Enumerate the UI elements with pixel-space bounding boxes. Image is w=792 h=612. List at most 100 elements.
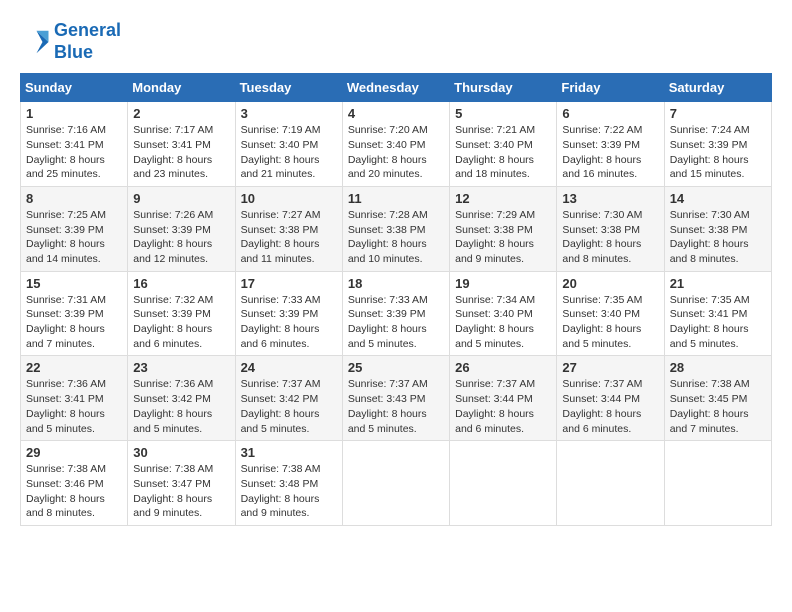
day-info: Sunrise: 7:30 AMSunset: 3:38 PMDaylight:… xyxy=(562,208,658,267)
day-info: Sunrise: 7:26 AMSunset: 3:39 PMDaylight:… xyxy=(133,208,229,267)
day-number: 1 xyxy=(26,106,122,121)
day-number: 30 xyxy=(133,445,229,460)
week-row-1: 1 Sunrise: 7:16 AMSunset: 3:41 PMDayligh… xyxy=(21,102,772,187)
day-number: 24 xyxy=(241,360,337,375)
day-info: Sunrise: 7:27 AMSunset: 3:38 PMDaylight:… xyxy=(241,208,337,267)
day-header-wednesday: Wednesday xyxy=(342,74,449,102)
day-number: 7 xyxy=(670,106,766,121)
day-info: Sunrise: 7:19 AMSunset: 3:40 PMDaylight:… xyxy=(241,123,337,182)
calendar-cell: 28 Sunrise: 7:38 AMSunset: 3:45 PMDaylig… xyxy=(664,356,771,441)
day-number: 9 xyxy=(133,191,229,206)
calendar-cell: 13 Sunrise: 7:30 AMSunset: 3:38 PMDaylig… xyxy=(557,186,664,271)
day-number: 5 xyxy=(455,106,551,121)
day-number: 15 xyxy=(26,276,122,291)
day-info: Sunrise: 7:35 AMSunset: 3:41 PMDaylight:… xyxy=(670,293,766,352)
calendar-cell: 24 Sunrise: 7:37 AMSunset: 3:42 PMDaylig… xyxy=(235,356,342,441)
day-info: Sunrise: 7:38 AMSunset: 3:46 PMDaylight:… xyxy=(26,462,122,521)
day-number: 28 xyxy=(670,360,766,375)
day-header-monday: Monday xyxy=(128,74,235,102)
day-number: 14 xyxy=(670,191,766,206)
day-number: 29 xyxy=(26,445,122,460)
day-number: 13 xyxy=(562,191,658,206)
day-number: 6 xyxy=(562,106,658,121)
day-info: Sunrise: 7:34 AMSunset: 3:40 PMDaylight:… xyxy=(455,293,551,352)
day-info: Sunrise: 7:22 AMSunset: 3:39 PMDaylight:… xyxy=(562,123,658,182)
calendar-cell xyxy=(557,441,664,526)
day-info: Sunrise: 7:33 AMSunset: 3:39 PMDaylight:… xyxy=(348,293,444,352)
day-number: 10 xyxy=(241,191,337,206)
day-number: 19 xyxy=(455,276,551,291)
day-number: 23 xyxy=(133,360,229,375)
day-info: Sunrise: 7:21 AMSunset: 3:40 PMDaylight:… xyxy=(455,123,551,182)
day-number: 26 xyxy=(455,360,551,375)
day-info: Sunrise: 7:35 AMSunset: 3:40 PMDaylight:… xyxy=(562,293,658,352)
calendar-cell: 17 Sunrise: 7:33 AMSunset: 3:39 PMDaylig… xyxy=(235,271,342,356)
calendar-cell xyxy=(450,441,557,526)
day-header-friday: Friday xyxy=(557,74,664,102)
calendar-cell: 8 Sunrise: 7:25 AMSunset: 3:39 PMDayligh… xyxy=(21,186,128,271)
calendar-table: SundayMondayTuesdayWednesdayThursdayFrid… xyxy=(20,73,772,526)
calendar-cell: 21 Sunrise: 7:35 AMSunset: 3:41 PMDaylig… xyxy=(664,271,771,356)
day-number: 4 xyxy=(348,106,444,121)
day-number: 11 xyxy=(348,191,444,206)
day-header-sunday: Sunday xyxy=(21,74,128,102)
day-info: Sunrise: 7:37 AMSunset: 3:44 PMDaylight:… xyxy=(455,377,551,436)
calendar-cell: 3 Sunrise: 7:19 AMSunset: 3:40 PMDayligh… xyxy=(235,102,342,187)
calendar-cell: 9 Sunrise: 7:26 AMSunset: 3:39 PMDayligh… xyxy=(128,186,235,271)
week-row-3: 15 Sunrise: 7:31 AMSunset: 3:39 PMDaylig… xyxy=(21,271,772,356)
day-number: 25 xyxy=(348,360,444,375)
calendar-header-row: SundayMondayTuesdayWednesdayThursdayFrid… xyxy=(21,74,772,102)
week-row-2: 8 Sunrise: 7:25 AMSunset: 3:39 PMDayligh… xyxy=(21,186,772,271)
day-info: Sunrise: 7:30 AMSunset: 3:38 PMDaylight:… xyxy=(670,208,766,267)
logo: General Blue xyxy=(20,20,121,63)
page-header: General Blue xyxy=(20,20,772,63)
calendar-cell: 22 Sunrise: 7:36 AMSunset: 3:41 PMDaylig… xyxy=(21,356,128,441)
day-info: Sunrise: 7:20 AMSunset: 3:40 PMDaylight:… xyxy=(348,123,444,182)
day-info: Sunrise: 7:37 AMSunset: 3:43 PMDaylight:… xyxy=(348,377,444,436)
logo-icon xyxy=(20,27,50,57)
day-number: 18 xyxy=(348,276,444,291)
calendar-cell: 23 Sunrise: 7:36 AMSunset: 3:42 PMDaylig… xyxy=(128,356,235,441)
calendar-cell: 19 Sunrise: 7:34 AMSunset: 3:40 PMDaylig… xyxy=(450,271,557,356)
day-info: Sunrise: 7:36 AMSunset: 3:42 PMDaylight:… xyxy=(133,377,229,436)
day-info: Sunrise: 7:29 AMSunset: 3:38 PMDaylight:… xyxy=(455,208,551,267)
day-number: 27 xyxy=(562,360,658,375)
day-info: Sunrise: 7:24 AMSunset: 3:39 PMDaylight:… xyxy=(670,123,766,182)
calendar-cell xyxy=(342,441,449,526)
day-number: 8 xyxy=(26,191,122,206)
calendar-cell: 6 Sunrise: 7:22 AMSunset: 3:39 PMDayligh… xyxy=(557,102,664,187)
day-info: Sunrise: 7:32 AMSunset: 3:39 PMDaylight:… xyxy=(133,293,229,352)
day-header-tuesday: Tuesday xyxy=(235,74,342,102)
calendar-cell: 1 Sunrise: 7:16 AMSunset: 3:41 PMDayligh… xyxy=(21,102,128,187)
day-number: 3 xyxy=(241,106,337,121)
day-number: 22 xyxy=(26,360,122,375)
day-number: 17 xyxy=(241,276,337,291)
day-info: Sunrise: 7:17 AMSunset: 3:41 PMDaylight:… xyxy=(133,123,229,182)
day-info: Sunrise: 7:25 AMSunset: 3:39 PMDaylight:… xyxy=(26,208,122,267)
calendar-cell: 30 Sunrise: 7:38 AMSunset: 3:47 PMDaylig… xyxy=(128,441,235,526)
day-info: Sunrise: 7:38 AMSunset: 3:47 PMDaylight:… xyxy=(133,462,229,521)
calendar-cell: 18 Sunrise: 7:33 AMSunset: 3:39 PMDaylig… xyxy=(342,271,449,356)
calendar-cell: 11 Sunrise: 7:28 AMSunset: 3:38 PMDaylig… xyxy=(342,186,449,271)
calendar-cell: 12 Sunrise: 7:29 AMSunset: 3:38 PMDaylig… xyxy=(450,186,557,271)
calendar-cell: 4 Sunrise: 7:20 AMSunset: 3:40 PMDayligh… xyxy=(342,102,449,187)
day-number: 31 xyxy=(241,445,337,460)
calendar-body: 1 Sunrise: 7:16 AMSunset: 3:41 PMDayligh… xyxy=(21,102,772,526)
day-number: 12 xyxy=(455,191,551,206)
day-info: Sunrise: 7:38 AMSunset: 3:48 PMDaylight:… xyxy=(241,462,337,521)
calendar-cell: 2 Sunrise: 7:17 AMSunset: 3:41 PMDayligh… xyxy=(128,102,235,187)
day-info: Sunrise: 7:31 AMSunset: 3:39 PMDaylight:… xyxy=(26,293,122,352)
calendar-cell: 14 Sunrise: 7:30 AMSunset: 3:38 PMDaylig… xyxy=(664,186,771,271)
calendar-cell: 26 Sunrise: 7:37 AMSunset: 3:44 PMDaylig… xyxy=(450,356,557,441)
calendar-cell: 5 Sunrise: 7:21 AMSunset: 3:40 PMDayligh… xyxy=(450,102,557,187)
day-info: Sunrise: 7:37 AMSunset: 3:44 PMDaylight:… xyxy=(562,377,658,436)
logo-text: General Blue xyxy=(54,20,121,63)
calendar-cell: 15 Sunrise: 7:31 AMSunset: 3:39 PMDaylig… xyxy=(21,271,128,356)
week-row-5: 29 Sunrise: 7:38 AMSunset: 3:46 PMDaylig… xyxy=(21,441,772,526)
day-info: Sunrise: 7:28 AMSunset: 3:38 PMDaylight:… xyxy=(348,208,444,267)
day-info: Sunrise: 7:37 AMSunset: 3:42 PMDaylight:… xyxy=(241,377,337,436)
day-number: 21 xyxy=(670,276,766,291)
calendar-cell: 7 Sunrise: 7:24 AMSunset: 3:39 PMDayligh… xyxy=(664,102,771,187)
day-info: Sunrise: 7:38 AMSunset: 3:45 PMDaylight:… xyxy=(670,377,766,436)
day-number: 16 xyxy=(133,276,229,291)
